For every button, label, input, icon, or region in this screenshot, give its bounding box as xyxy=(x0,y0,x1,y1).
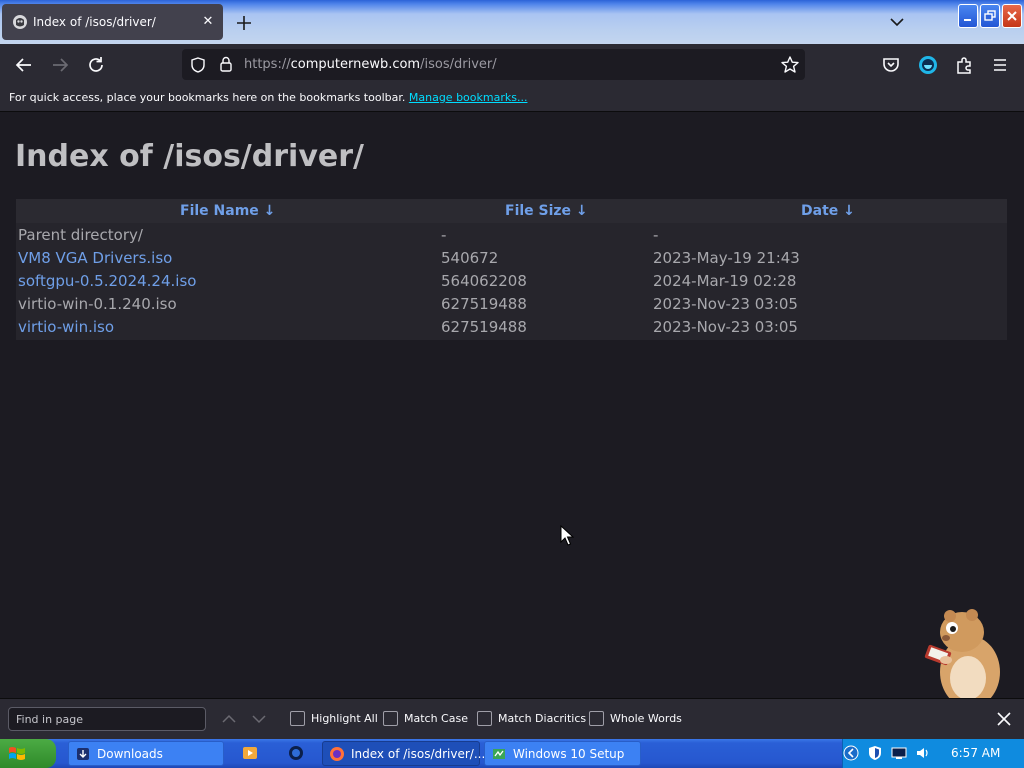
start-button[interactable] xyxy=(0,739,56,768)
lock-icon[interactable] xyxy=(217,55,235,73)
close-tab-icon[interactable]: ✕ xyxy=(198,12,218,32)
account-avatar-icon[interactable] xyxy=(916,53,940,77)
find-in-page-input[interactable] xyxy=(8,707,206,731)
highlight-all-checkbox[interactable] xyxy=(290,711,305,726)
match-case-label[interactable]: Match Case xyxy=(404,712,468,725)
file-size: 627519488 xyxy=(441,295,527,313)
forward-arrow-icon[interactable] xyxy=(48,53,72,77)
file-size: 564062208 xyxy=(441,272,527,290)
page-content: Index of /isos/driver/ File Name ↓ File … xyxy=(0,113,1024,698)
firefox-quicklaunch-icon[interactable] xyxy=(288,745,304,761)
close-icon[interactable] xyxy=(994,709,1014,729)
pocket-icon[interactable] xyxy=(879,53,903,77)
downloads-icon xyxy=(77,748,89,760)
url-text[interactable]: https://computernewb.com/isos/driver/ xyxy=(244,57,497,72)
shield-icon[interactable] xyxy=(189,56,207,74)
restore-button[interactable] xyxy=(980,4,1000,28)
file-date: 2023-Nov-23 03:05 xyxy=(653,318,798,336)
column-header-date[interactable]: Date ↓ xyxy=(801,203,855,219)
star-bookmark-icon[interactable] xyxy=(780,55,800,75)
firefox-icon xyxy=(330,747,344,761)
file-link[interactable]: VM8 VGA Drivers.iso xyxy=(18,249,172,267)
file-date: 2023-May-19 21:43 xyxy=(653,249,800,267)
taskbar-item-firefox[interactable]: Index of /isos/driver/... xyxy=(322,741,485,766)
find-bar: Highlight All Match Case Match Diacritic… xyxy=(0,698,1024,739)
find-previous-icon[interactable] xyxy=(220,710,238,728)
table-header: File Name ↓ File Size ↓ Date ↓ xyxy=(16,199,1007,223)
site-favicon-icon xyxy=(13,15,27,29)
file-size: - xyxy=(441,226,447,244)
taskbar-item-label: Downloads xyxy=(97,747,163,761)
windows-logo-icon xyxy=(9,747,25,760)
tab-title: Index of /isos/driver/ xyxy=(33,15,156,29)
bookmarks-message: For quick access, place your bookmarks h… xyxy=(9,91,406,104)
back-arrow-icon[interactable] xyxy=(12,53,36,77)
setup-icon xyxy=(493,749,505,759)
close-icon xyxy=(1007,11,1017,21)
table-row: virtio-win-0.1.240.iso 627519488 2023-No… xyxy=(16,293,1007,316)
url-host: computernewb.com xyxy=(290,57,421,72)
chevron-down-icon[interactable] xyxy=(886,11,908,33)
file-size: 627519488 xyxy=(441,318,527,336)
bookmarks-hint: For quick access, place your bookmarks h… xyxy=(9,91,527,104)
network-monitor-icon[interactable] xyxy=(891,745,907,761)
media-player-icon[interactable] xyxy=(242,745,258,761)
security-shield-icon[interactable] xyxy=(867,745,883,761)
restore-icon xyxy=(984,10,996,21)
volume-speaker-icon[interactable] xyxy=(915,745,931,761)
match-case-checkbox[interactable] xyxy=(383,711,398,726)
file-date: 2024-Mar-19 02:28 xyxy=(653,272,797,290)
taskbar-item-label: Index of /isos/driver/... xyxy=(351,747,486,761)
mouse-cursor-icon xyxy=(560,525,574,546)
match-diacritics-checkbox[interactable] xyxy=(477,711,492,726)
file-link[interactable]: softgpu-0.5.2024.24.iso xyxy=(18,272,196,290)
match-diacritics-label[interactable]: Match Diacritics xyxy=(498,712,586,725)
directory-listing-table: File Name ↓ File Size ↓ Date ↓ Parent di… xyxy=(16,199,1007,340)
whole-words-checkbox[interactable] xyxy=(589,711,604,726)
highlight-all-label[interactable]: Highlight All xyxy=(311,712,378,725)
table-row: virtio-win.iso 627519488 2023-Nov-23 03:… xyxy=(16,316,1007,339)
extensions-puzzle-icon[interactable] xyxy=(952,53,976,77)
windows-taskbar: Downloads Index of /isos/driver/... Wind… xyxy=(0,739,1024,768)
file-date: - xyxy=(653,226,659,244)
table-row: Parent directory/ - - xyxy=(16,224,1007,247)
file-link[interactable]: virtio-win.iso xyxy=(18,318,114,336)
page-title: Index of /isos/driver/ xyxy=(15,139,364,174)
hamburger-menu-icon[interactable] xyxy=(988,53,1012,77)
taskbar-clock[interactable]: 6:57 AM xyxy=(951,746,1000,760)
table-row: VM8 VGA Drivers.iso 540672 2023-May-19 2… xyxy=(16,247,1007,270)
file-size: 540672 xyxy=(441,249,499,267)
whole-words-label[interactable]: Whole Words xyxy=(610,712,682,725)
minimize-button[interactable] xyxy=(958,4,978,28)
column-header-file-name[interactable]: File Name ↓ xyxy=(180,203,275,219)
taskbar-item-downloads[interactable]: Downloads xyxy=(68,741,224,766)
show-hidden-icons-chevron-icon[interactable] xyxy=(843,745,859,761)
browser-tab[interactable]: Index of /isos/driver/ ✕ xyxy=(2,4,223,40)
file-link[interactable]: virtio-win-0.1.240.iso xyxy=(18,295,177,313)
close-window-button[interactable] xyxy=(1002,4,1022,28)
find-next-icon[interactable] xyxy=(250,710,268,728)
manage-bookmarks-link[interactable]: Manage bookmarks... xyxy=(409,91,528,104)
url-path: /isos/driver/ xyxy=(420,57,497,72)
taskbar-item-windows-setup[interactable]: Windows 10 Setup xyxy=(484,741,641,766)
hamster-mascot-image xyxy=(924,609,1000,709)
file-date: 2023-Nov-23 03:05 xyxy=(653,295,798,313)
bookmarks-toolbar: For quick access, place your bookmarks h… xyxy=(0,85,1024,112)
minimize-icon xyxy=(964,19,971,21)
column-header-file-size[interactable]: File Size ↓ xyxy=(505,203,588,219)
taskbar-item-label: Windows 10 Setup xyxy=(513,747,625,761)
screen: Index of /isos/driver/ ✕ https://compute… xyxy=(0,0,1024,768)
system-tray: 6:57 AM xyxy=(842,739,1024,768)
table-row: softgpu-0.5.2024.24.iso 564062208 2024-M… xyxy=(16,270,1007,293)
parent-directory-link[interactable]: Parent directory/ xyxy=(18,226,143,244)
url-prefix: https:// xyxy=(244,57,291,72)
tab-strip: Index of /isos/driver/ ✕ xyxy=(0,0,1024,44)
new-tab-icon[interactable] xyxy=(232,11,256,35)
reload-icon[interactable] xyxy=(84,53,108,77)
